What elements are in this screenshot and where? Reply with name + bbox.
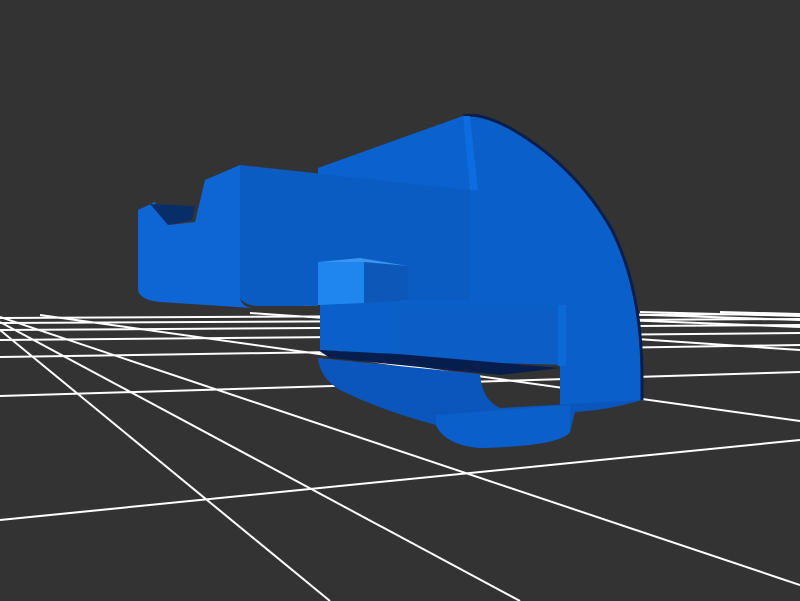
model-window-side [364,262,408,303]
model-window-inner [318,262,364,305]
3d-viewport[interactable] [0,0,800,601]
3d-scene-canvas[interactable] [0,0,800,601]
blue-3d-model[interactable] [138,113,644,448]
grid-line [0,329,331,601]
model-beam-front [138,165,252,308]
model-tongue [398,305,565,365]
model-tongue-edge [558,305,566,366]
